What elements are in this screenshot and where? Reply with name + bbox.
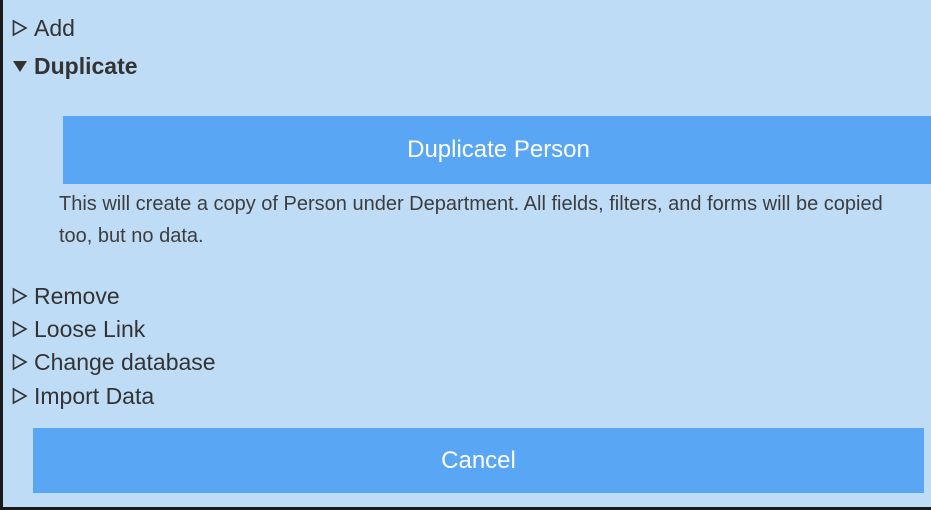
section-duplicate[interactable]: Duplicate: [12, 52, 138, 80]
section-add[interactable]: Add: [12, 14, 75, 42]
section-duplicate-label: Duplicate: [34, 53, 138, 79]
duplicate-description: This will create a copy of Person under …: [59, 193, 883, 247]
section-add-label: Add: [34, 15, 75, 41]
cancel-button[interactable]: Cancel: [33, 428, 924, 493]
section-remove[interactable]: Remove: [12, 282, 120, 310]
section-import-data-label: Import Data: [34, 383, 155, 409]
section-loose-link-label: Loose Link: [34, 316, 146, 342]
section-remove-label: Remove: [34, 283, 120, 309]
collapsed-triangle-icon: [12, 19, 34, 37]
section-change-database-label: Change database: [34, 349, 216, 375]
section-loose-link[interactable]: Loose Link: [12, 315, 145, 343]
section-import-data[interactable]: Import Data: [12, 382, 154, 410]
collapsed-triangle-icon: [12, 320, 34, 338]
expanded-triangle-icon: [12, 57, 34, 75]
collapsed-triangle-icon: [12, 387, 34, 405]
collapsed-triangle-icon: [12, 287, 34, 305]
duplicate-person-button[interactable]: Duplicate Person: [63, 116, 931, 184]
collapsed-triangle-icon: [12, 353, 34, 371]
section-change-database[interactable]: Change database: [12, 348, 216, 376]
dialog-frame: Add Duplicate Duplicate Person This will…: [0, 0, 931, 510]
